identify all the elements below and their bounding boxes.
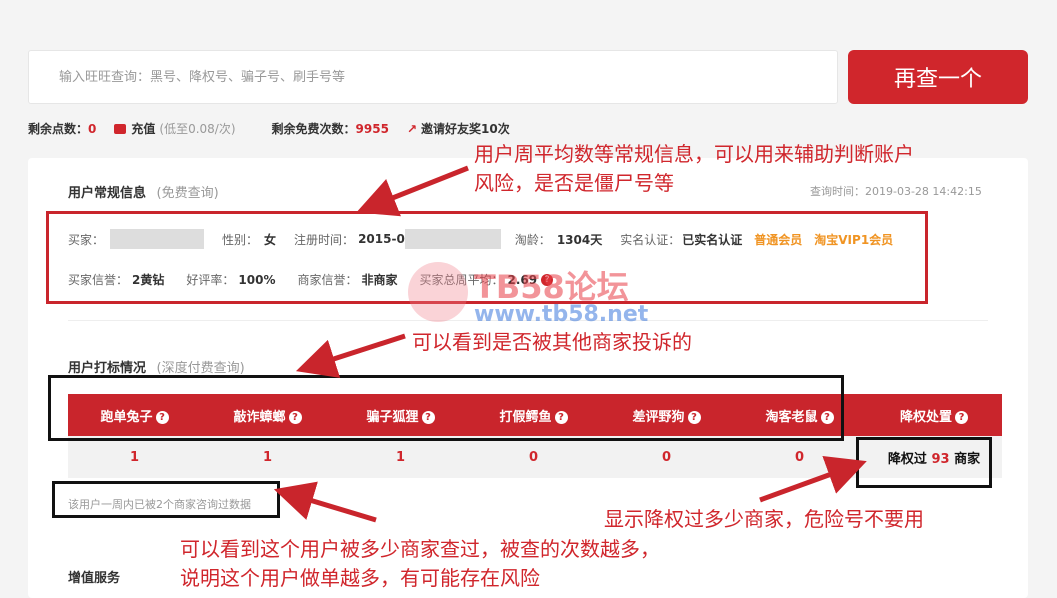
- annotation-arrows: [273, 165, 867, 523]
- arrow-note: [273, 481, 377, 523]
- arrow-demote: [759, 456, 867, 503]
- arrow-general: [356, 165, 469, 217]
- arrow-marks: [295, 333, 406, 378]
